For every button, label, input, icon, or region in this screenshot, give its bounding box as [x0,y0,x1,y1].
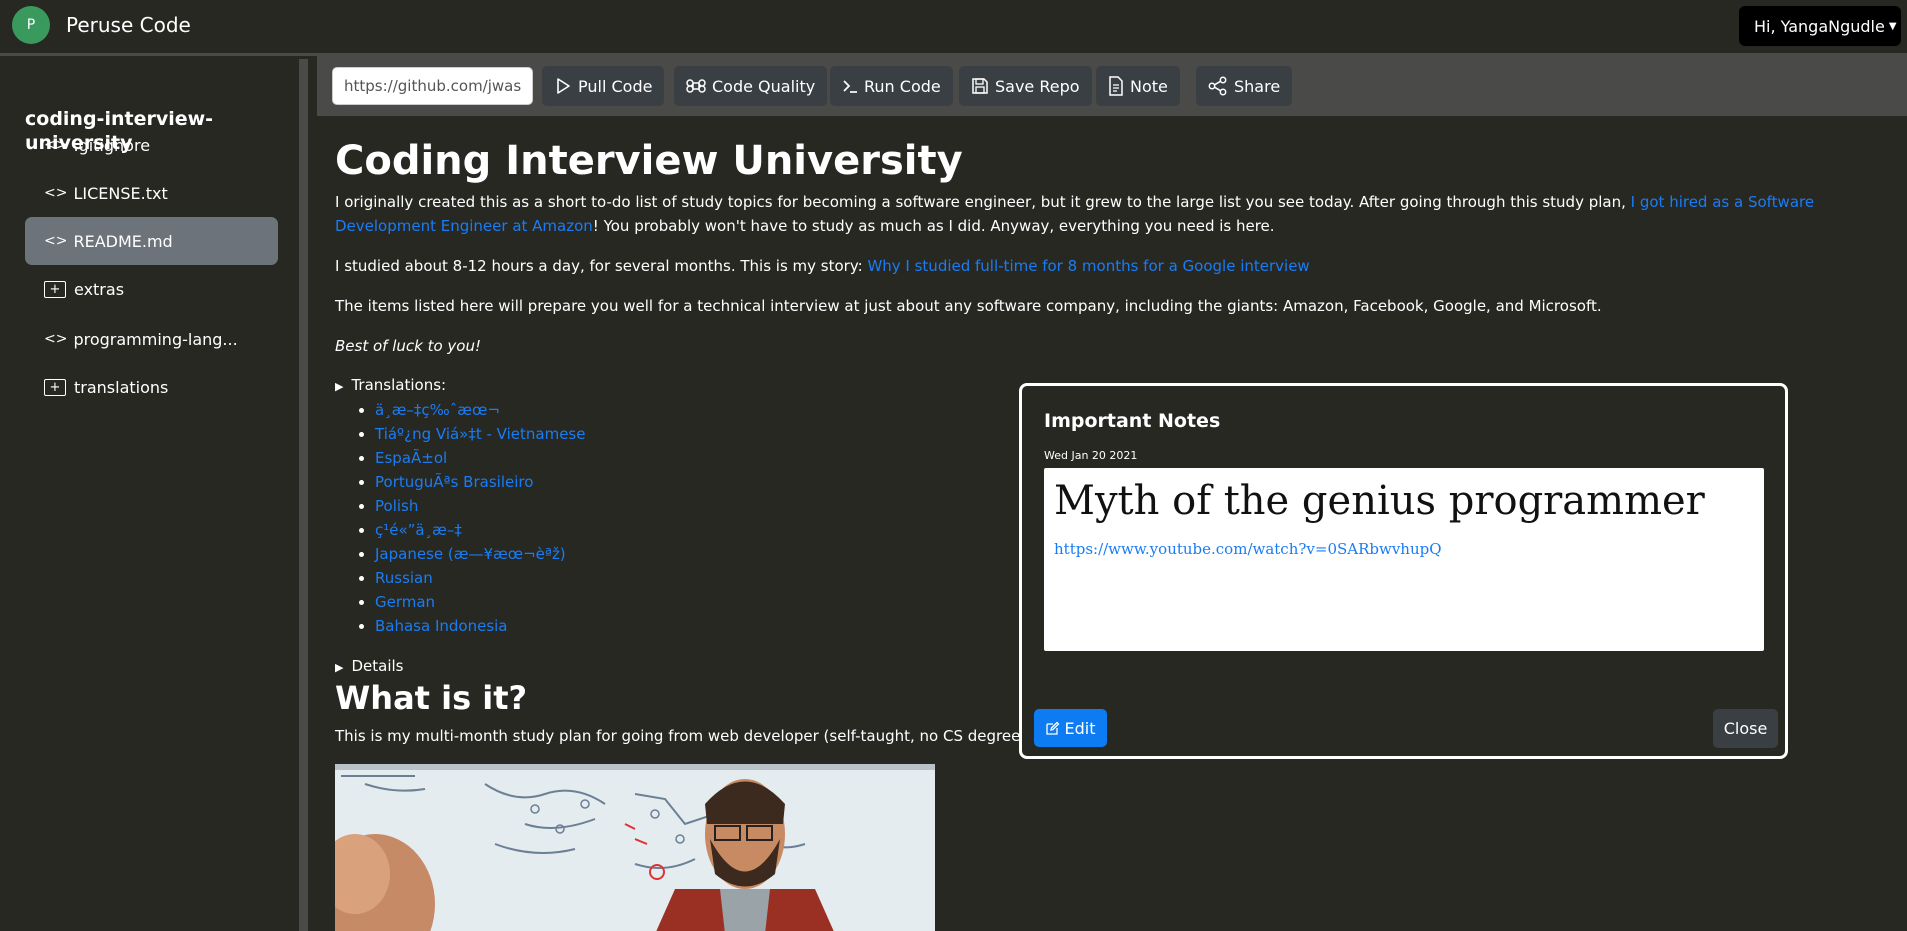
triangle-right-icon: ▶ [335,380,344,393]
pull-code-button[interactable]: Pull Code [542,66,665,106]
list-item: Bahasa Indonesia [375,614,585,638]
list-item: German [375,590,585,614]
readme-intro-paragraph: I originally created this as a short to-… [335,190,1905,238]
note-button[interactable]: Note [1096,66,1180,106]
translation-link[interactable]: Japanese (æ—¥æœ¬èªž) [375,545,566,563]
readme-items-paragraph: The items listed here will prepare you w… [335,297,1602,315]
story-text: I studied about 8-12 hours a day, for se… [335,257,868,275]
translation-link[interactable]: German [375,593,435,611]
translations-summary[interactable]: ▶ Translations: [335,376,446,394]
list-item: PortuguÃªs Brasileiro [375,470,585,494]
translation-link[interactable]: EspaÃ±ol [375,449,447,467]
repo-url-input[interactable] [332,67,533,105]
code-file-icon: <> [44,331,68,347]
note-youtube-link[interactable]: https://www.youtube.com/watch?v=0SARbwvh… [1054,540,1442,558]
google-interview-link[interactable]: Why I studied full-time for 8 months for… [867,257,1309,275]
share-icon [1208,76,1227,96]
sidebar-item-gitignore[interactable]: <> .gitignore [25,121,278,169]
save-repo-label: Save Repo [995,76,1080,96]
sidebar-item-label: extras [74,279,125,299]
user-menu-button[interactable]: Hi, YangaNgudle ▼ [1739,6,1901,46]
readme-good-luck: Best of luck to you! [335,337,481,355]
user-menu-label: Hi, YangaNgudle [1754,16,1885,36]
edit-note-label: Edit [1064,718,1096,738]
note-heading: Myth of the genius programmer [1054,478,1705,524]
translation-link[interactable]: Russian [375,569,433,587]
save-repo-button[interactable]: Save Repo [959,66,1092,106]
note-label: Note [1130,76,1168,96]
caret-down-icon: ▼ [1888,20,1897,32]
triangle-right-icon: ▶ [335,661,344,674]
sidebar-item-license[interactable]: <> LICENSE.txt [25,169,278,217]
list-item: Tiáº¿ng Viá»‡t - Vietnamese [375,422,585,446]
code-quality-label: Code Quality [712,76,816,96]
brand-avatar[interactable]: P [12,6,50,44]
list-item: Russian [375,566,585,590]
terminal-icon [843,80,857,93]
list-item: ç¹é«”ä¸­æ–‡ [375,518,585,542]
run-code-button[interactable]: Run Code [830,66,953,106]
code-file-icon: <> [44,185,68,201]
pencil-square-icon [1045,721,1059,735]
list-item: Polish [375,494,585,518]
sidebar-item-label: README.md [73,231,173,251]
important-notes-modal: Important Notes Wed Jan 20 2021 Myth of … [1019,383,1788,759]
translation-link[interactable]: PortuguÃªs Brasileiro [375,473,533,491]
document-icon [1109,76,1123,96]
translation-link[interactable]: ä¸­æ–‡ç‰ˆæœ¬ [375,401,500,419]
sidebar-item-readme[interactable]: <> README.md [25,217,278,265]
sidebar-item-label: translations [74,377,169,397]
list-item: ä¸­æ–‡ç‰ˆæœ¬ [375,398,585,422]
what-is-it-heading: What is it? [335,679,528,717]
folder-plus-icon: + [44,378,66,396]
pull-code-label: Pull Code [578,76,653,96]
readme-story-paragraph: I studied about 8-12 hours a day, for se… [335,254,1905,278]
sidebar-item-extras[interactable]: + extras [25,265,278,313]
note-content-box[interactable]: Myth of the genius programmer https://ww… [1044,468,1764,651]
folder-plus-icon: + [44,280,66,298]
run-code-label: Run Code [864,76,941,96]
translation-link[interactable]: Bahasa Indonesia [375,617,508,635]
toolbar: Pull Code Code Quality Run Code Save Rep… [317,56,1907,116]
top-navbar: P Peruse Code Hi, YangaNgudle ▼ [0,0,1907,56]
details-summary-label: Details [351,657,404,675]
readme-title: Coding Interview University [335,138,963,184]
sidebar-item-translations[interactable]: + translations [25,363,278,411]
whiteboard-image [335,764,935,931]
edit-note-button[interactable]: Edit [1034,709,1107,747]
translations-summary-label: Translations: [351,376,447,394]
list-item: Japanese (æ—¥æœ¬èªž) [375,542,585,566]
intro-text: I originally created this as a short to-… [335,193,1631,211]
play-icon [557,78,570,94]
brand-name[interactable]: Peruse Code [66,13,191,37]
file-sidebar: coding-interview-university <> .gitignor… [0,59,308,931]
code-quality-button[interactable]: Code Quality [674,66,828,106]
close-modal-label: Close [1723,719,1768,738]
code-file-icon: <> [44,137,68,153]
intro-tail-text: ! You probably won't have to study as mu… [592,217,1275,235]
code-file-icon: <> [44,233,68,249]
sidebar-item-label: programming-lang... [73,329,238,349]
share-label: Share [1234,76,1281,96]
save-icon [972,78,988,94]
translation-link[interactable]: Polish [375,497,418,515]
list-item: EspaÃ±ol [375,446,585,470]
close-modal-button[interactable]: Close [1713,709,1778,748]
details-summary[interactable]: ▶ Details [335,657,403,675]
note-date: Wed Jan 20 2021 [1044,449,1138,462]
sidebar-item-label: LICENSE.txt [73,183,168,203]
modal-title: Important Notes [1044,410,1221,432]
command-icon [686,79,706,93]
translation-link[interactable]: Tiáº¿ng Viá»‡t - Vietnamese [375,425,585,443]
sidebar-item-programming-languages[interactable]: <> programming-lang... [25,315,278,363]
share-button[interactable]: Share [1196,66,1293,106]
sidebar-item-label: .gitignore [73,135,151,155]
translations-list: ä¸­æ–‡ç‰ˆæœ¬ Tiáº¿ng Viá»‡t - Vietnamese… [375,398,585,638]
translation-link[interactable]: ç¹é«”ä¸­æ–‡ [375,521,462,539]
